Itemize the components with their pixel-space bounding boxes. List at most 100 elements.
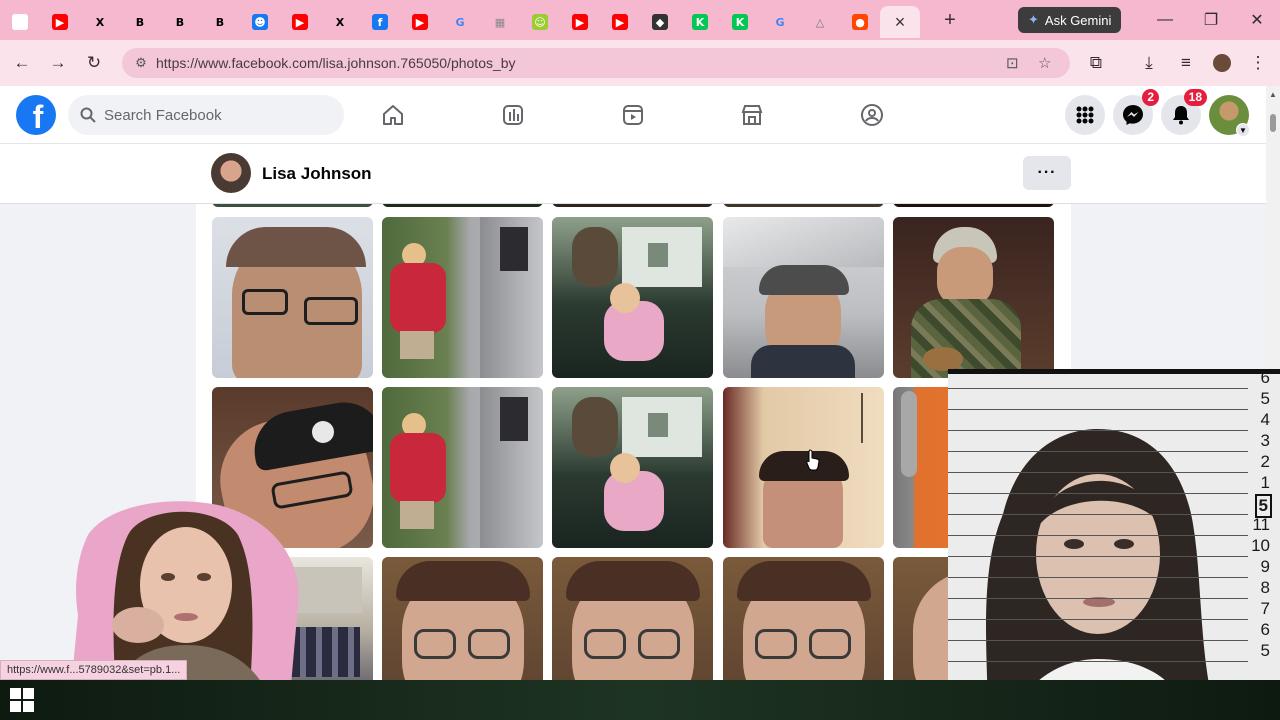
photo-thumbnail[interactable] xyxy=(382,387,543,548)
address-bar[interactable]: ⚙ https://www.facebook.com/lisa.johnson.… xyxy=(122,48,1070,78)
address-url[interactable]: https://www.facebook.com/lisa.johnson.76… xyxy=(156,55,516,71)
height-ruler-number: 4 xyxy=(1260,410,1270,429)
photo-thumbnail[interactable] xyxy=(382,217,543,378)
profile-name[interactable]: Lisa Johnson xyxy=(262,164,372,184)
photo-thumbnail[interactable] xyxy=(212,217,373,378)
browser-tab[interactable]: ☻ xyxy=(240,6,280,38)
media-control-icon[interactable]: ≡ xyxy=(1168,45,1204,81)
notifications-button[interactable]: 18 xyxy=(1161,89,1207,135)
photo-thumbnail[interactable] xyxy=(723,387,884,548)
browser-tab[interactable]: f xyxy=(360,6,400,38)
height-ruler-number: 9 xyxy=(1260,557,1270,576)
marketplace-icon[interactable] xyxy=(738,101,766,129)
gemini-icon: ✦ xyxy=(1028,12,1039,27)
restore-icon[interactable]: ❐ xyxy=(1188,0,1234,40)
account-chevron-icon[interactable]: ▼ xyxy=(1236,123,1250,137)
photo-thumbnail[interactable] xyxy=(893,217,1054,378)
menu-grid-button[interactable] xyxy=(1065,95,1105,135)
browser-tab[interactable]: G xyxy=(760,6,800,38)
height-ruler-line xyxy=(948,577,1248,578)
browser-tab[interactable]: ▶ xyxy=(400,6,440,38)
photo-thumbnail[interactable] xyxy=(552,387,713,548)
height-ruler-line xyxy=(948,619,1248,620)
browser-tab[interactable]: △ xyxy=(800,6,840,38)
active-browser-tab[interactable]: × xyxy=(880,6,920,38)
install-app-icon[interactable]: ⊡ xyxy=(1006,54,1019,72)
ask-gemini-button[interactable]: ✦ Ask Gemini xyxy=(1018,7,1122,33)
facebook-search-input[interactable]: Search Facebook xyxy=(68,95,344,135)
photo-thumbnail[interactable] xyxy=(382,204,543,207)
browser-tab[interactable]: X xyxy=(80,6,120,38)
google-icon: G xyxy=(775,15,785,29)
k-icon: K xyxy=(692,14,708,30)
height-ruler-number: 8 xyxy=(1260,578,1270,597)
messenger-button[interactable]: 2 xyxy=(1113,89,1159,135)
photo-thumbnail[interactable] xyxy=(552,557,713,680)
scrollbar-thumb[interactable] xyxy=(1270,114,1276,132)
feeds-icon[interactable] xyxy=(499,101,527,129)
browser-tab[interactable]: G xyxy=(440,6,480,38)
facebook-header: f Search Facebook 2 18 ▼ xyxy=(0,86,1266,144)
bookmark-star-icon[interactable]: ☆ xyxy=(1038,54,1051,72)
profile-avatar[interactable] xyxy=(211,153,251,193)
browser-tab[interactable]: ☠ xyxy=(0,6,40,38)
browser-tab[interactable]: B xyxy=(120,6,160,38)
video-icon[interactable] xyxy=(619,101,647,129)
photo-thumbnail[interactable] xyxy=(212,204,373,207)
height-ruler-line xyxy=(948,535,1248,536)
photo-thumbnail[interactable] xyxy=(552,217,713,378)
youtube-icon: ▶ xyxy=(292,14,308,30)
browser-profile-icon[interactable] xyxy=(1204,45,1240,81)
browser-tab[interactable]: ▶ xyxy=(280,6,320,38)
browser-tab[interactable]: B xyxy=(160,6,200,38)
back-button[interactable]: ← xyxy=(4,45,40,81)
browser-menu-icon[interactable]: ⋮ xyxy=(1240,45,1276,81)
height-ruler-number: 6 xyxy=(1260,369,1270,387)
photo-thumbnail[interactable] xyxy=(382,557,543,680)
browser-tab[interactable]: ▦ xyxy=(480,6,520,38)
browser-tab[interactable]: K xyxy=(720,6,760,38)
browser-tab[interactable]: ☺ xyxy=(520,6,560,38)
reddit-icon: ● xyxy=(852,14,868,30)
browser-tab[interactable]: ▶ xyxy=(560,6,600,38)
notifications-badge: 18 xyxy=(1183,89,1207,106)
browser-tab[interactable]: K xyxy=(680,6,720,38)
close-window-icon[interactable]: ✕ xyxy=(1234,0,1280,40)
mugshot-overlay: 6 5 4 3 2 1 5 11 10 9 8 7 6 5 xyxy=(948,369,1280,720)
reload-button[interactable]: ↻ xyxy=(76,45,112,81)
new-tab-button[interactable]: + xyxy=(936,6,964,34)
browser-tab[interactable]: ● xyxy=(840,6,880,38)
site-info-icon[interactable]: ⚙ xyxy=(126,55,156,71)
ask-gemini-label: Ask Gemini xyxy=(1044,12,1112,28)
height-ruler-line xyxy=(948,472,1248,473)
scroll-up-arrow-icon[interactable]: ▲ xyxy=(1269,90,1277,99)
download-icon[interactable]: ⤓ xyxy=(1131,45,1167,81)
home-icon[interactable] xyxy=(379,101,407,129)
windows-start-icon[interactable] xyxy=(10,688,34,712)
profile-more-button[interactable]: ··· xyxy=(1023,156,1071,190)
photo-thumbnail[interactable] xyxy=(552,204,713,207)
groups-icon[interactable] xyxy=(858,101,886,129)
x-icon: X xyxy=(335,15,345,29)
height-ruler-number: 2 xyxy=(1260,452,1270,471)
minimize-icon[interactable]: — xyxy=(1142,0,1188,40)
browser-tab[interactable]: ◆ xyxy=(640,6,680,38)
browser-tab[interactable]: ▶ xyxy=(600,6,640,38)
photo-thumbnail[interactable] xyxy=(723,557,884,680)
photo-thumbnail[interactable] xyxy=(723,204,884,207)
facebook-logo-icon[interactable]: f xyxy=(16,95,56,135)
k-icon: K xyxy=(732,14,748,30)
search-placeholder: Search Facebook xyxy=(104,106,222,124)
height-ruler-line xyxy=(948,640,1248,641)
browser-tab[interactable]: B xyxy=(200,6,240,38)
monster-icon: ☺ xyxy=(532,14,548,30)
photo-thumbnail[interactable] xyxy=(723,217,884,378)
extensions-icon[interactable]: ⧉ xyxy=(1078,45,1114,81)
browser-tab[interactable]: ▶ xyxy=(40,6,80,38)
close-tab-icon[interactable]: × xyxy=(895,12,906,33)
height-ruler-number: 7 xyxy=(1260,599,1270,618)
photo-thumbnail[interactable] xyxy=(893,204,1054,207)
height-ruler-line xyxy=(948,430,1248,431)
browser-tab[interactable]: X xyxy=(320,6,360,38)
forward-button[interactable]: → xyxy=(40,45,76,81)
